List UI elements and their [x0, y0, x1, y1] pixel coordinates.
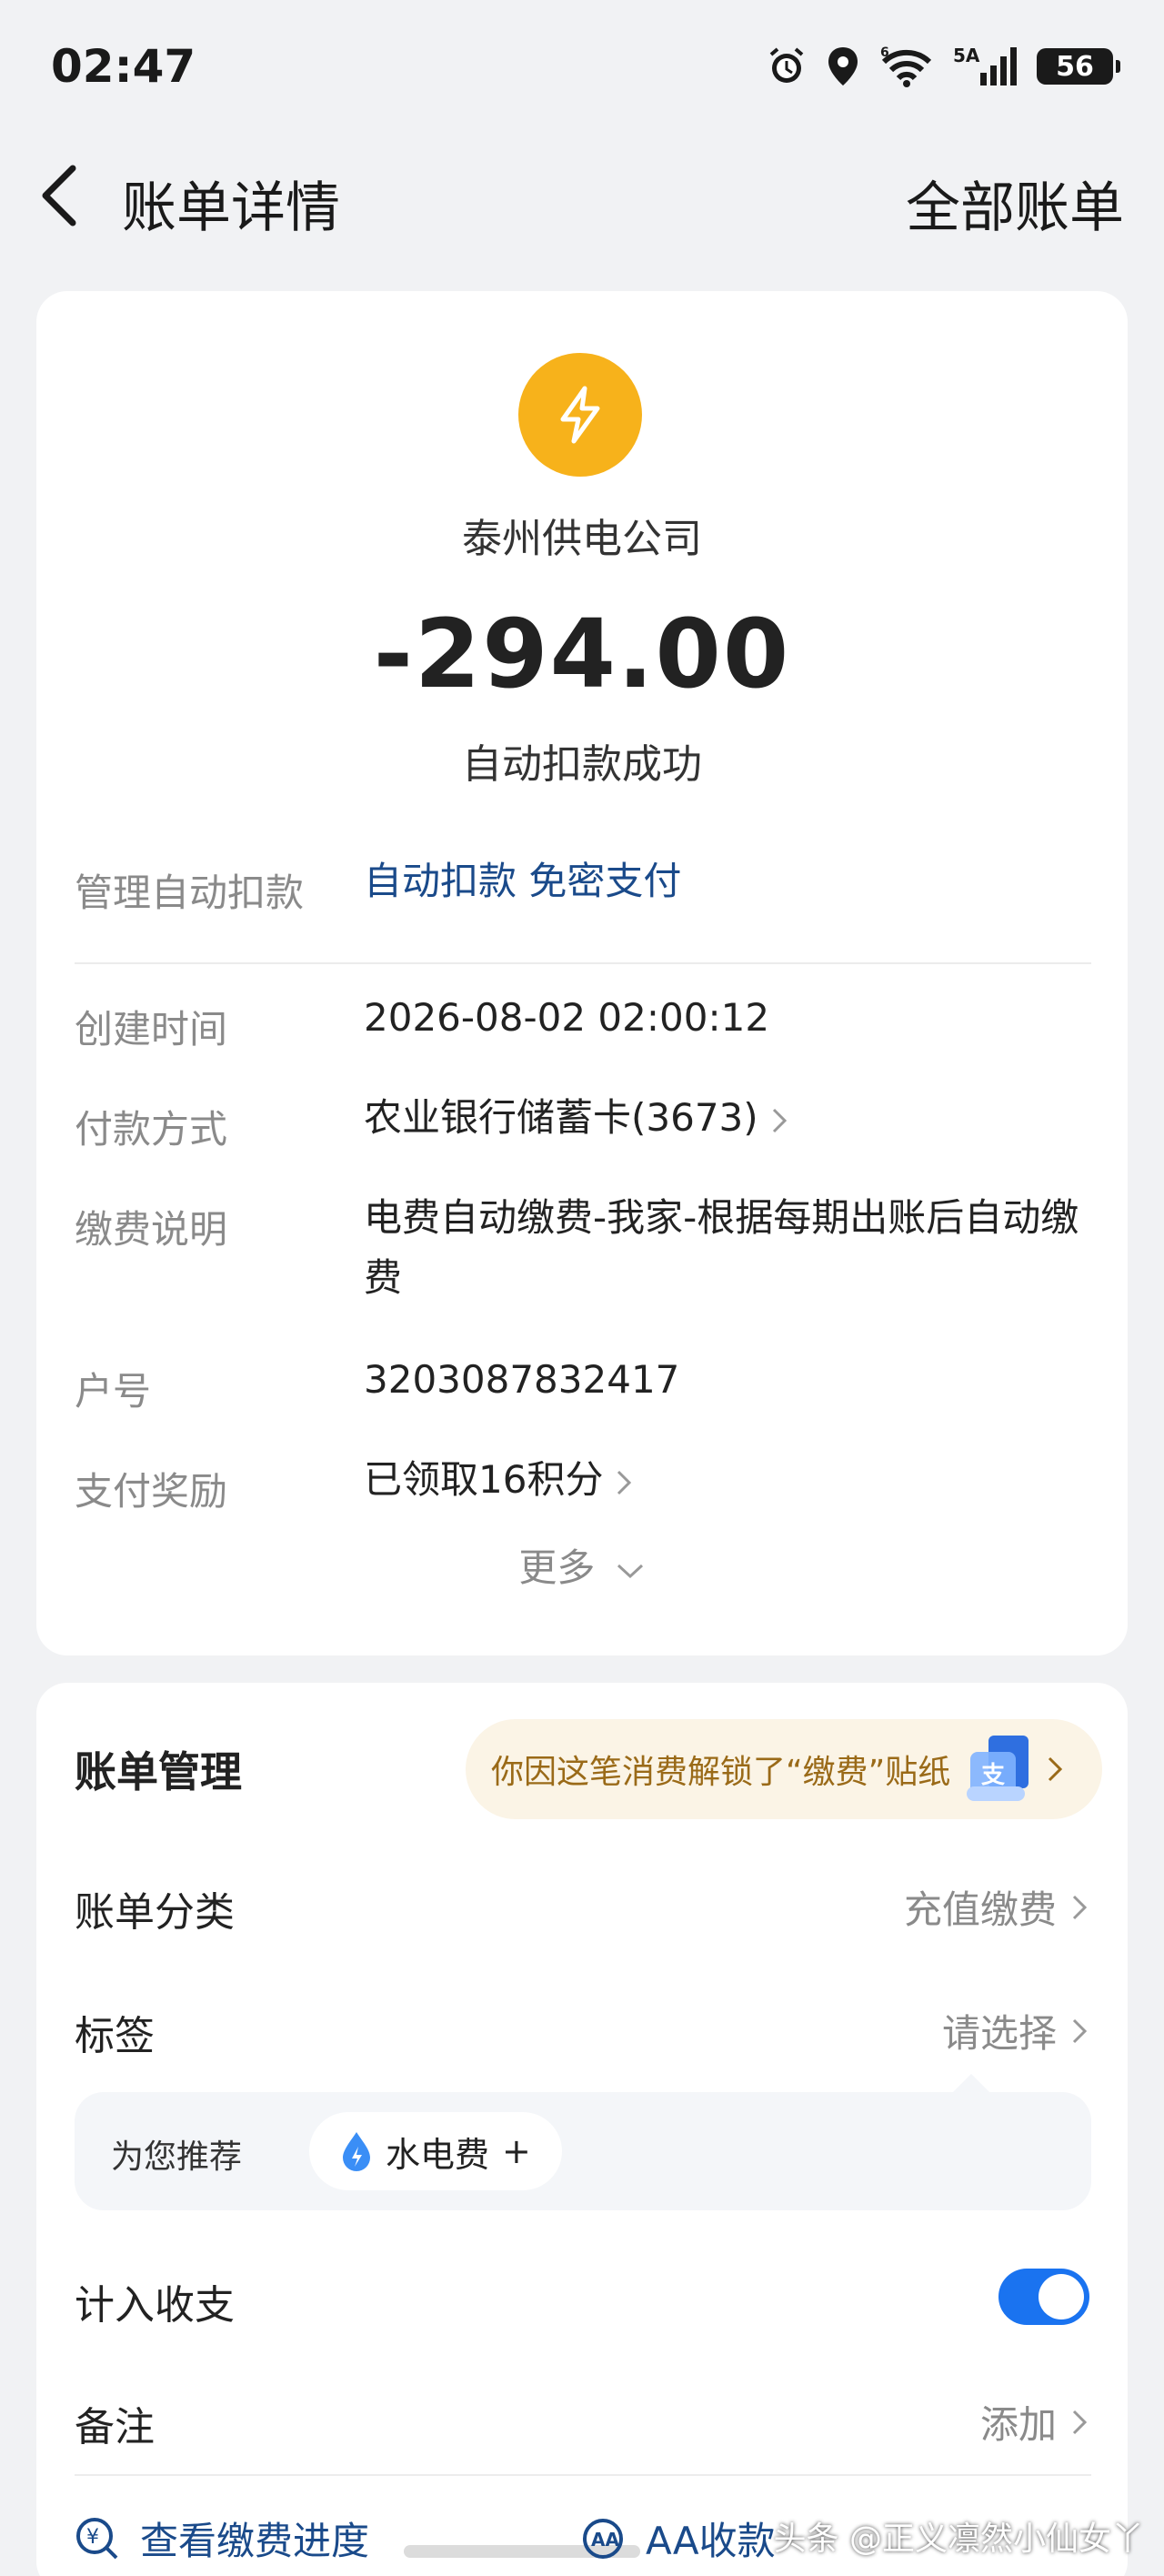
account-number-value: 3203087832417: [364, 1357, 680, 1402]
svg-text:6: 6: [880, 45, 889, 60]
note-label: 备注: [75, 2404, 155, 2450]
include-stats-toggle[interactable]: [998, 2269, 1089, 2325]
aa-icon: AA: [583, 2518, 623, 2559]
bill-detail-card: 泰州供电公司 -294.00 自动扣款成功 管理自动扣款 自动扣款 免密支付 创…: [36, 291, 1128, 1655]
bill-amount: -294.00: [373, 599, 791, 709]
recommend-label: 为您推荐: [111, 2138, 243, 2176]
created-time-label: 创建时间: [75, 1007, 228, 1052]
back-button[interactable]: [36, 164, 91, 227]
add-icon: +: [502, 2131, 531, 2171]
payment-note-label: 缴费说明: [75, 1207, 228, 1252]
chevron-left-icon: [42, 165, 76, 226]
svg-text:5A: 5A: [953, 45, 980, 66]
payment-status: 自动扣款成功: [462, 741, 702, 788]
alarm-icon: [766, 45, 808, 87]
page-title: 账单详情: [122, 176, 340, 240]
chevron-down-icon: [617, 1564, 643, 1578]
divider: [75, 962, 1091, 964]
bill-category-value: 充值缴费: [903, 1887, 1057, 1932]
svg-text:AA: AA: [591, 2529, 619, 2551]
aa-collect-label: AA收款: [646, 2519, 776, 2563]
reward-label: 支付奖励: [75, 1469, 228, 1514]
sticker-icon: 支: [963, 1732, 1036, 1806]
note-value: 添加: [979, 2402, 1057, 2447]
payment-method-value: 农业银行储蓄卡(3673): [364, 1095, 758, 1140]
status-time: 02:47: [51, 40, 196, 93]
chevron-right-icon: [1072, 2018, 1088, 2043]
chevron-right-icon: [1072, 2410, 1088, 2434]
payment-progress-label: 查看缴费进度: [140, 2519, 370, 2563]
bill-category-label: 账单分类: [75, 1889, 235, 1936]
tag-chip-utilities[interactable]: 水电费 +: [309, 2112, 562, 2190]
bill-management-card: 账单管理 你因这笔消费解锁了“缴费”贴纸 支 账单分类 充值缴费 标签 请选择 …: [36, 1683, 1128, 2576]
more-button[interactable]: 更多: [36, 1537, 1128, 1593]
merchant-avatar: [518, 353, 642, 477]
chip-label: 水电费: [386, 2134, 490, 2175]
promo-text: 你因这笔消费解锁了“缴费”贴纸: [491, 1754, 951, 1791]
created-time-value: 2026-08-02 02:00:12: [364, 995, 770, 1040]
tags-select[interactable]: 请选择: [942, 2003, 1089, 2058]
autopay-link[interactable]: 自动扣款 免密支付: [364, 851, 681, 911]
wifi-icon: 6: [878, 45, 935, 87]
chevron-right-icon: [617, 1470, 632, 1494]
reward-row[interactable]: 已领取16积分: [364, 1450, 634, 1510]
nav-header: 账单详情 全部账单: [0, 146, 1164, 246]
tag-recommendations: 为您推荐 水电费 +: [75, 2074, 1091, 2210]
signal-icon: 5A: [953, 45, 1018, 87]
divider: [75, 2474, 1091, 2476]
chevron-right-icon: [1072, 1895, 1088, 1919]
svg-text:支: 支: [981, 1762, 1005, 1789]
water-drop-icon: [343, 2132, 370, 2171]
all-bills-button[interactable]: 全部账单: [906, 164, 1124, 243]
location-icon: [826, 45, 860, 87]
account-number-label: 户号: [75, 1369, 152, 1414]
bill-category-select[interactable]: 充值缴费: [904, 1879, 1089, 1935]
svg-text:¥: ¥: [86, 2526, 99, 2549]
include-stats-label: 计入收支: [75, 2282, 235, 2329]
note-add-button[interactable]: 添加: [980, 2394, 1089, 2450]
chevron-right-icon: [772, 1108, 787, 1132]
tags-value: 请选择: [941, 2011, 1057, 2056]
watermark: 头条 @正义凛然小仙女丫: [773, 2521, 1144, 2558]
payment-progress-link[interactable]: ¥ 查看缴费进度: [75, 2511, 369, 2566]
status-bar: 02:47 6 5A 56: [0, 0, 1164, 136]
chevron-right-icon: [1049, 1756, 1063, 1782]
battery-icon: 56: [1037, 48, 1120, 85]
status-icons: 6 5A 56: [766, 45, 1120, 87]
tags-label: 标签: [75, 2013, 155, 2059]
more-label: 更多: [518, 1545, 596, 1590]
section-title: 账单管理: [75, 1747, 242, 1796]
yuan-search-icon: ¥: [76, 2517, 118, 2559]
sticker-promo-banner[interactable]: 你因这笔消费解锁了“缴费”贴纸 支: [466, 1719, 1102, 1819]
payment-method-label: 付款方式: [75, 1107, 228, 1152]
lightning-icon: [560, 386, 600, 444]
payment-method-row[interactable]: 农业银行储蓄卡(3673): [364, 1088, 789, 1148]
payment-note-value: 电费自动缴费-我家-根据每期出账后自动缴费: [364, 1195, 1079, 1300]
reward-value: 已领取16积分: [364, 1457, 604, 1502]
aa-collect-link[interactable]: AA AA收款: [580, 2511, 776, 2566]
autopay-label: 管理自动扣款: [75, 870, 305, 915]
merchant-name: 泰州供电公司: [462, 516, 702, 562]
